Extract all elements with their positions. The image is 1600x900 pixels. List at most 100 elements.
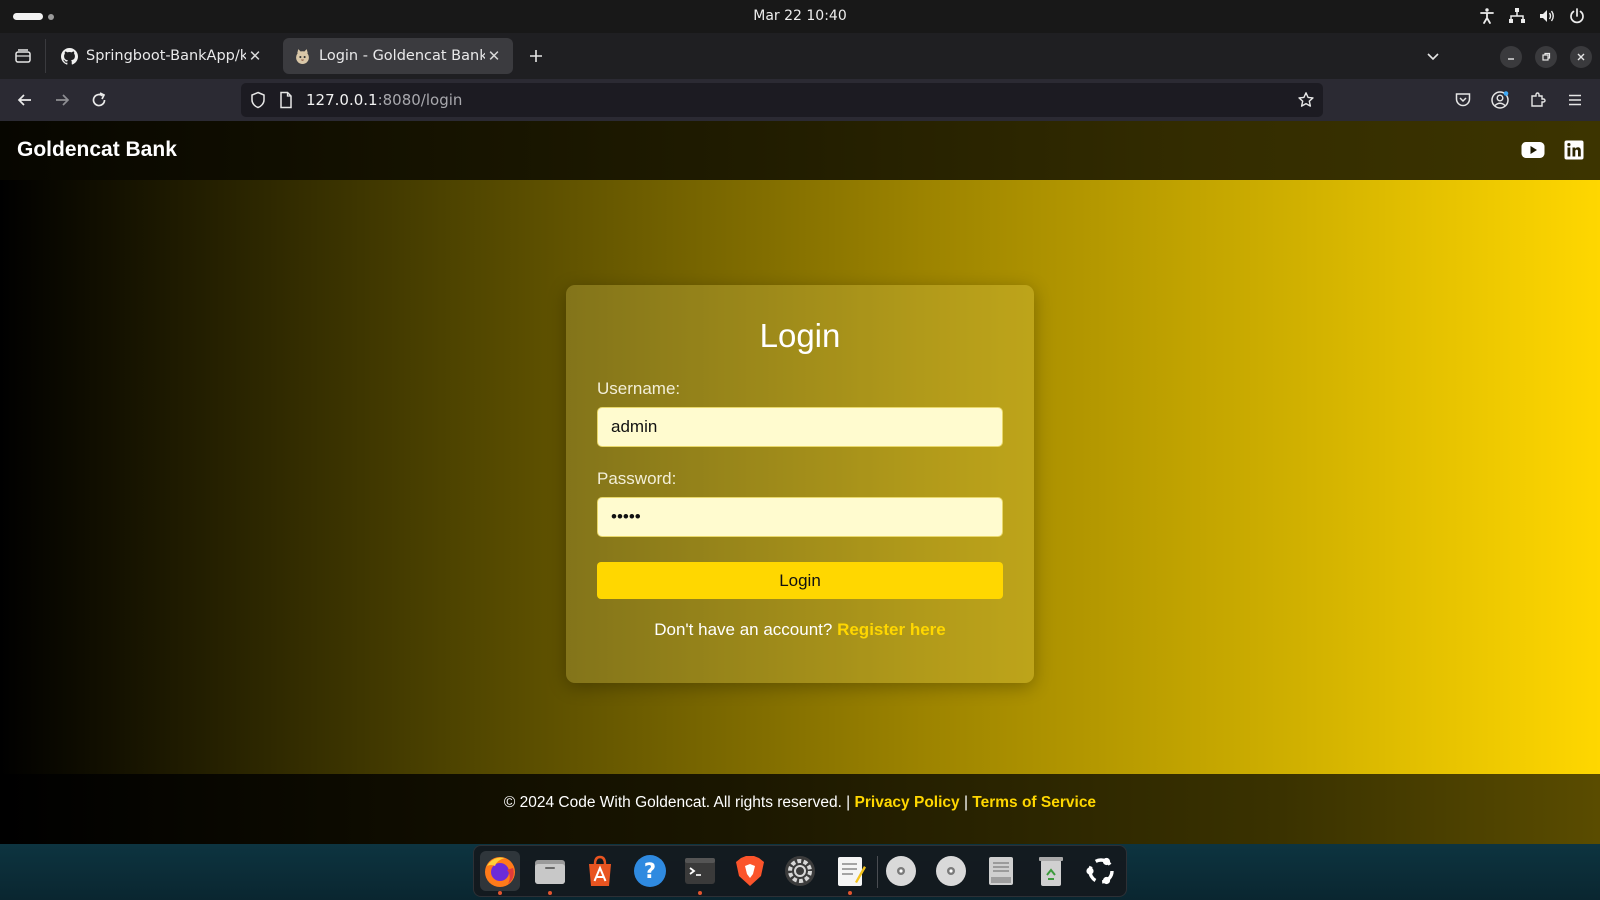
reload-icon	[92, 92, 106, 107]
desktop-background: ?	[0, 844, 1600, 900]
brave-icon	[736, 856, 764, 886]
browser-nav-bar: 127.0.0.1:8080/login	[0, 79, 1600, 121]
dock-separator	[877, 856, 878, 888]
url-path: :8080/login	[377, 91, 463, 109]
puzzle-icon	[1531, 92, 1546, 107]
trash-icon	[1039, 857, 1063, 886]
url-bar[interactable]: 127.0.0.1:8080/login	[241, 83, 1323, 117]
site-brand[interactable]: Goldencat Bank	[17, 138, 177, 162]
footer-separator: |	[959, 794, 973, 811]
username-label: Username:	[597, 379, 681, 398]
firefox-view-button[interactable]	[8, 41, 38, 71]
dock-disc-2[interactable]	[931, 851, 971, 891]
tab-overview-icon	[15, 49, 31, 63]
url-text[interactable]: 127.0.0.1:8080/login	[306, 91, 462, 109]
tab-separator	[45, 39, 46, 73]
password-input[interactable]: •••••	[597, 497, 1003, 537]
minimize-button[interactable]	[1500, 46, 1522, 68]
linkedin-icon	[1564, 140, 1584, 160]
firefox-icon	[485, 857, 515, 887]
bookmark-star-icon[interactable]	[1297, 91, 1315, 109]
tab-github[interactable]: Springboot-BankApp/kub ✕	[50, 38, 274, 74]
footer-text: © 2024 Code With Goldencat. All rights r…	[0, 794, 1600, 812]
linkedin-link[interactable]	[1561, 137, 1587, 163]
browser-tab-bar: Springboot-BankApp/kub ✕ Login - Goldenc…	[0, 33, 1600, 79]
dock: ?	[473, 845, 1127, 897]
back-button[interactable]	[12, 87, 38, 113]
account-button[interactable]	[1487, 87, 1513, 113]
restore-button[interactable]	[1535, 46, 1557, 68]
terms-of-service-link[interactable]: Terms of Service	[972, 794, 1096, 811]
arrow-right-icon	[56, 94, 70, 106]
dock-brave[interactable]	[730, 851, 770, 891]
terminal-icon	[685, 858, 715, 884]
app-center-icon	[589, 855, 611, 886]
system-tray[interactable]	[1478, 7, 1586, 30]
dock-text-editor[interactable]	[830, 851, 870, 895]
disc-icon	[936, 856, 966, 886]
os-top-bar: Mar 22 10:40	[0, 0, 1600, 33]
login-title: Login	[759, 317, 841, 354]
dock-firefox[interactable]	[480, 851, 520, 895]
help-icon: ?	[634, 855, 666, 887]
password-label: Password:	[597, 469, 677, 488]
site-footer: © 2024 Code With Goldencat. All rights r…	[0, 774, 1600, 844]
text-editor-icon	[838, 857, 866, 886]
list-all-tabs-button[interactable]	[1420, 43, 1446, 69]
register-link[interactable]: Register here	[837, 620, 946, 639]
running-indicator	[848, 891, 852, 895]
accessibility-icon[interactable]	[1478, 7, 1496, 30]
tab-close-icon[interactable]: ✕	[246, 47, 264, 65]
youtube-icon	[1521, 142, 1545, 158]
tab-login[interactable]: Login - Goldencat Bank ✕	[283, 38, 513, 74]
menu-button[interactable]	[1562, 87, 1588, 113]
restore-icon	[1542, 52, 1551, 61]
dock-disc-1[interactable]	[881, 851, 921, 891]
dock-save[interactable]	[981, 851, 1021, 891]
tab-close-icon[interactable]: ✕	[485, 47, 503, 65]
new-tab-button[interactable]	[524, 44, 548, 68]
footer-copyright: © 2024 Code With Goldencat. All rights r…	[503, 794, 855, 811]
hamburger-menu-icon	[1569, 94, 1581, 106]
close-window-button[interactable]	[1570, 46, 1592, 68]
dock-help[interactable]: ?	[630, 851, 670, 891]
page-viewport: Goldencat Bank Login Username: admin Pas…	[0, 121, 1600, 844]
running-indicator	[548, 891, 552, 895]
tab-title: Springboot-BankApp/kub	[86, 48, 246, 64]
os-clock[interactable]: Mar 22 10:40	[0, 8, 1600, 24]
page-icon[interactable]	[277, 91, 295, 109]
extensions-button[interactable]	[1525, 87, 1551, 113]
plus-icon	[530, 50, 542, 62]
forward-button[interactable]	[49, 87, 75, 113]
save-icon	[989, 857, 1013, 885]
youtube-link[interactable]	[1520, 137, 1546, 163]
dock-files[interactable]	[530, 851, 570, 895]
power-icon[interactable]	[1568, 7, 1586, 30]
url-host: 127.0.0.1	[306, 91, 378, 109]
username-input[interactable]: admin	[597, 407, 1003, 447]
volume-icon[interactable]	[1538, 7, 1556, 30]
login-card: Login Username: admin Password: ••••• Lo…	[566, 285, 1034, 683]
ubuntu-icon	[1086, 857, 1114, 885]
arrow-left-icon	[17, 94, 31, 106]
pocket-button[interactable]	[1450, 87, 1476, 113]
dock-show-apps[interactable]	[1081, 851, 1121, 891]
disc-icon	[886, 856, 916, 886]
github-icon	[60, 47, 78, 65]
dock-terminal[interactable]	[680, 851, 720, 895]
account-icon	[1491, 91, 1509, 109]
network-icon[interactable]	[1508, 7, 1526, 30]
site-header: Goldencat Bank	[0, 121, 1600, 180]
pocket-icon	[1455, 93, 1471, 107]
dock-settings[interactable]	[780, 851, 820, 891]
privacy-policy-link[interactable]: Privacy Policy	[855, 794, 960, 811]
dock-trash[interactable]	[1031, 851, 1071, 891]
reload-button[interactable]	[86, 87, 112, 113]
tab-title: Login - Goldencat Bank	[319, 48, 485, 64]
cat-icon	[293, 47, 311, 65]
dock-app-center[interactable]	[580, 851, 620, 891]
running-indicator	[498, 891, 502, 895]
login-button[interactable]: Login	[597, 562, 1003, 599]
shield-icon[interactable]	[249, 91, 267, 109]
files-icon	[535, 860, 565, 884]
